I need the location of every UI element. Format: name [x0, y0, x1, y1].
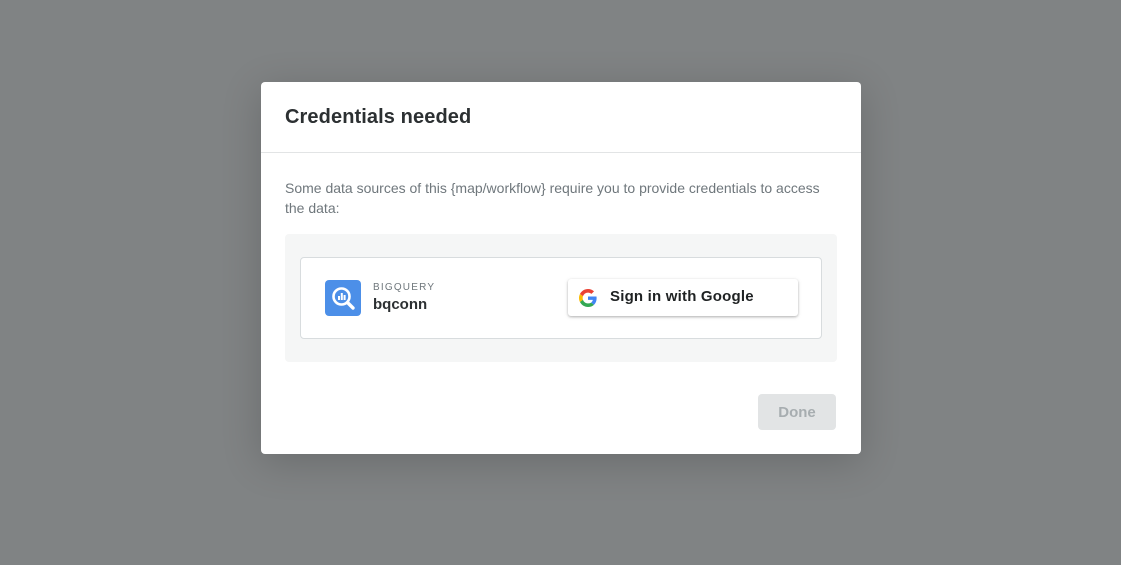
data-source-card: BIGQUERY bqconn Sign in with Google: [300, 257, 822, 339]
source-name: bqconn: [373, 296, 428, 313]
dialog-description: Some data sources of this {map/workflow}…: [285, 180, 820, 216]
sign-in-with-google-button[interactable]: Sign in with Google: [568, 279, 798, 316]
source-type-label: BIGQUERY: [373, 282, 436, 293]
sign-in-with-google-label: Sign in with Google: [610, 288, 754, 305]
bigquery-icon: [325, 280, 361, 316]
credentials-dialog: Credentials needed Some data sources of …: [261, 82, 861, 454]
done-button[interactable]: Done: [758, 394, 836, 430]
dialog-title: Credentials needed: [285, 105, 472, 128]
google-icon: [579, 289, 597, 307]
data-sources-panel: BIGQUERY bqconn Sign in with Google: [285, 234, 837, 362]
dialog-header: Credentials needed: [261, 82, 861, 153]
